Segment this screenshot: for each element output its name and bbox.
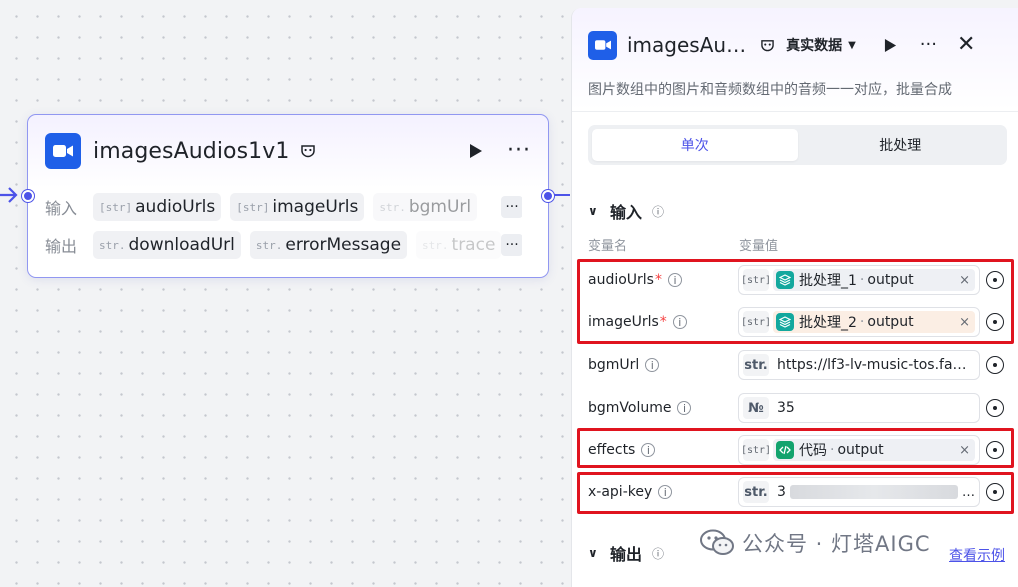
inputs-more-button[interactable]: ··· [501,196,522,218]
variable-select-icon[interactable] [986,483,1004,501]
mask-icon [760,37,776,53]
node-config-panel: imagesAu… 真实数据 ▼ ··· ✕ 图片数组中的图片和音频数组中的音频… [571,8,1018,587]
node-output-port[interactable] [542,190,554,202]
array-string-type-icon: [str] [236,200,270,214]
info-icon: ⓘ [652,204,665,219]
redacted-value [789,485,958,499]
input-section-toggle[interactable]: ∨ 输入 ⓘ [588,199,664,223]
array-string-type-icon: [str] [741,311,771,333]
more-options-icon[interactable]: ··· [920,36,937,54]
node-header: imagesAudios1v1 ··· [45,133,531,169]
output-chip-downloadurl: str. downloadUrl [93,231,241,259]
batch-node-icon [776,313,794,331]
var-row-effects: effects i [str] 代码 · output × [588,434,1006,466]
input-chip-imageurls: [str] imageUrls [230,193,365,221]
mask-icon [300,142,318,160]
tab-single[interactable]: 单次 [592,129,798,161]
input-chip-bgmurl: str. bgmUrl [373,193,478,221]
string-type-icon: str. [99,238,126,252]
variable-reference-chip[interactable]: 批处理_2 · output × [773,311,975,333]
remove-reference-icon[interactable]: × [955,315,970,330]
var-row-x-api-key: x-api-key i str. 3 … [588,476,1006,508]
code-node-icon [776,441,794,459]
chevron-down-icon: ∨ [588,204,598,218]
output-chip-trace: str. trace [416,231,502,259]
variable-select-icon[interactable] [986,356,1004,374]
info-icon: i [645,358,660,372]
info-icon: i [672,315,687,329]
outputs-more-button[interactable]: ··· [501,234,522,256]
batch-node-icon [776,271,794,289]
inputs-label: 输入 [45,199,78,218]
array-string-type-icon: [str] [741,439,771,461]
tab-batch[interactable]: 批处理 [798,129,1004,161]
input-chip-audiourls: [str] audioUrls [93,193,222,221]
x-api-key-input[interactable]: str. 3 … [738,477,980,507]
array-string-type-icon: [str] [99,200,133,214]
view-example-link[interactable]: 查看示例 [949,545,1005,565]
string-type-icon: str. [379,200,406,214]
variable-select-icon[interactable] [986,441,1004,459]
output-section-toggle[interactable]: ∨ 输出 ⓘ [588,541,664,565]
variable-select-icon[interactable] [986,313,1004,331]
video-plugin-icon [588,30,617,60]
info-icon: i [677,401,692,415]
output-chip-errormessage: str. errorMessage [249,231,408,259]
panel-description: 图片数组中的图片和音频数组中的音频一一对应，批量合成 [588,82,952,98]
run-node-button[interactable] [467,142,485,160]
data-mode-dropdown[interactable]: 真实数据 ▼ [786,35,856,55]
info-icon: i [667,273,682,287]
node-more-button[interactable]: ··· [507,140,531,162]
close-icon[interactable]: ✕ [957,34,975,56]
incoming-edge-arrow [0,187,18,203]
effects-value-field[interactable]: [str] 代码 · output × [738,435,980,465]
caret-down-icon: ▼ [848,39,856,51]
workflow-node-card[interactable]: imagesAudios1v1 ··· 输入 [str] audioUrls [s… [22,114,554,278]
remove-reference-icon[interactable]: × [955,273,970,288]
column-header-name: 变量名 [588,239,628,254]
var-row-imageurls: imageUrls * i [str] 批处理_2 · output × [588,306,1006,338]
var-row-bgmvolume: bgmVolume i № 35 [588,392,1006,424]
string-type-icon: str. [422,238,449,252]
node-outputs-row: 输出 str. downloadUrl str. errorMessage str.… [45,231,522,259]
required-mark: * [659,314,667,330]
remove-reference-icon[interactable]: × [955,443,970,458]
variable-select-icon[interactable] [986,271,1004,289]
array-string-type-icon: [str] [741,269,771,291]
string-type-icon: str. [743,481,769,503]
node-inputs-row: 输入 [str] audioUrls [str] imageUrls str. bgm… [45,193,522,221]
video-plugin-icon [45,133,81,169]
panel-title: imagesAu… [627,33,747,57]
audiourls-value-field[interactable]: [str] 批处理_1 · output × [738,265,980,295]
run-mode-tabs: 单次 批处理 [588,125,1007,165]
string-type-icon: str. [255,238,283,252]
variable-reference-chip[interactable]: 批处理_1 · output × [773,269,975,291]
variable-select-icon[interactable] [986,399,1004,417]
bgmvolume-input[interactable]: № 35 [738,393,980,423]
chevron-down-icon: ∨ [588,546,598,560]
watermark: 公众号 · 灯塔AIGC [700,528,931,558]
node-input-port[interactable] [22,190,34,202]
column-header-value: 变量值 [739,239,779,254]
var-row-bgmurl: bgmUrl i str. https://lf3-lv-music-tos.fa… [588,349,1006,381]
required-mark: * [654,272,662,288]
number-type-icon: № [743,397,769,419]
info-icon: i [641,443,656,457]
info-icon: i [658,485,673,499]
outputs-label: 输出 [45,237,78,256]
variable-reference-chip[interactable]: 代码 · output × [773,439,975,461]
node-title: imagesAudios1v1 [93,138,290,164]
divider [572,111,1018,112]
info-icon: ⓘ [652,546,665,561]
var-row-audiourls: audioUrls * i [str] 批处理_1 · output × [588,264,1006,296]
panel-header: imagesAu… 真实数据 ▼ ··· ✕ 图片数组中的图片和音频数组中的音频… [572,8,1018,110]
run-button[interactable] [884,37,900,53]
outgoing-edge [554,194,570,196]
wechat-icon [700,529,734,555]
string-type-icon: str. [743,354,769,376]
bgmurl-input[interactable]: str. https://lf3-lv-music-tos.fa… [738,350,980,380]
imageurls-value-field[interactable]: [str] 批处理_2 · output × [738,307,980,337]
